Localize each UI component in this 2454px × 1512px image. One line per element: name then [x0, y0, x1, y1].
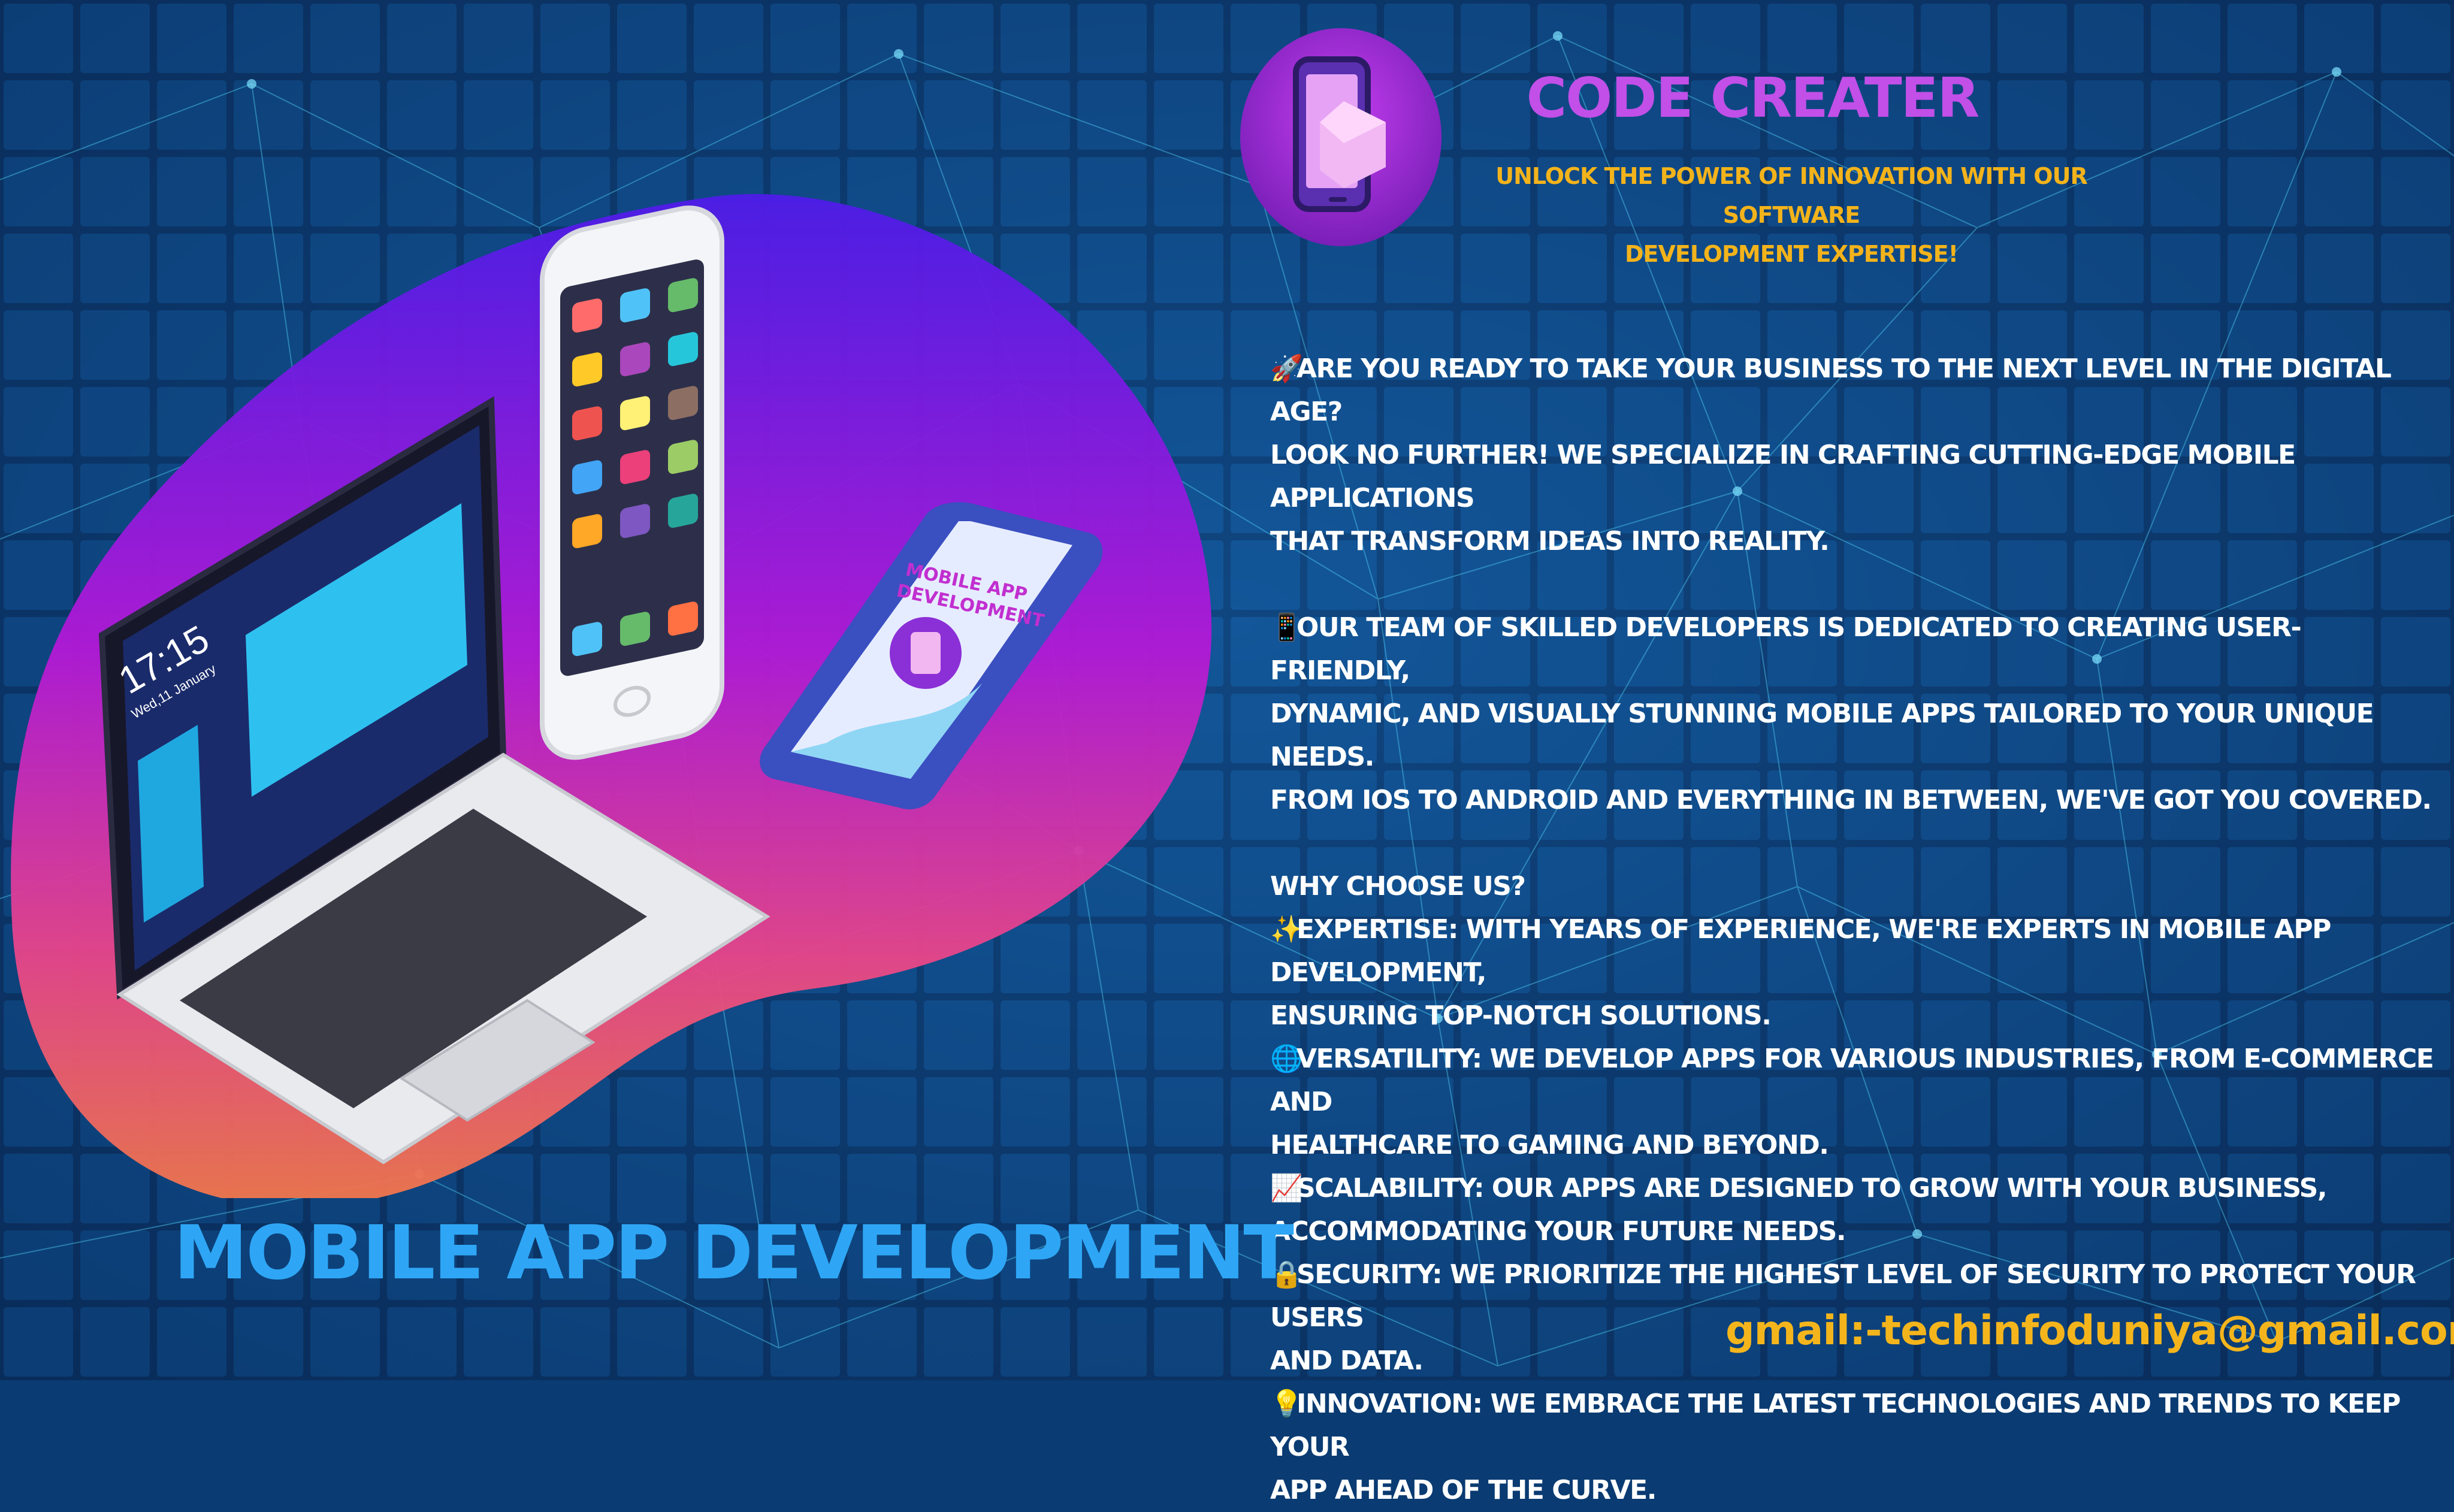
code-creater-logo	[1240, 28, 1441, 246]
why-item-line2: HEALTHCARE TO GAMING AND BEYOND.	[1270, 1130, 1829, 1160]
footer-title: MOBILE APP DEVELOPMENT	[174, 1210, 1294, 1296]
intro-line1: ARE YOU READY TO TAKE YOUR BUSINESS TO T…	[1270, 353, 2392, 427]
why-item-line2: ACCOMMODATING YOUR FUTURE NEEDS.	[1270, 1216, 1846, 1247]
mobile-dev-illustration: 17:15 Wed,11 January MOBILE APP DEVELOPM…	[11, 193, 1211, 1198]
team-line3: FROM IOS TO ANDROID AND EVERYTHING IN BE…	[1270, 785, 2432, 815]
team-line1: OUR TEAM OF SKILLED DEVELOPERS IS DEDICA…	[1270, 612, 2302, 686]
why-item-line2: ENSURING TOP-NOTCH SOLUTIONS.	[1270, 1000, 1772, 1031]
intro-line2: LOOK NO FURTHER! WE SPECIALIZE IN CRAFTI…	[1270, 440, 2296, 513]
why-item-line2: APP AHEAD OF THE CURVE.	[1270, 1475, 1657, 1505]
why-item-expertise: ✨EXPERTISE: WITH YEARS OF EXPERIENCE, WE…	[1270, 908, 2438, 994]
why-item-line1: EXPERTISE: WITH YEARS OF EXPERIENCE, WE'…	[1270, 914, 2331, 988]
team-line2: DYNAMIC, AND VISUALLY STUNNING MOBILE AP…	[1270, 698, 2374, 772]
chart-increasing-icon: 📈	[1270, 1173, 1303, 1203]
light-bulb-icon: 💡	[1270, 1389, 1303, 1419]
contact-email[interactable]: gmail:-techinfoduniya@gmail.com	[1725, 1307, 2454, 1354]
sparkles-icon: ✨	[1270, 914, 1303, 945]
why-item-versatility: 🌐VERSATILITY: WE DEVELOP APPS FOR VARIOU…	[1270, 1038, 2438, 1124]
why-item-scalability: 📈SCALABILITY: OUR APPS ARE DESIGNED TO G…	[1270, 1167, 2438, 1210]
why-item-line1: VERSATILITY: WE DEVELOP APPS FOR VARIOUS…	[1270, 1044, 2434, 1117]
tagline-line2: DEVELOPMENT EXPERTISE!	[1625, 241, 1959, 267]
team-paragraph: 📱OUR TEAM OF SKILLED DEVELOPERS IS DEDIC…	[1270, 606, 2438, 693]
tagline-line1: UNLOCK THE POWER OF INNOVATION WITH OUR …	[1495, 163, 2087, 228]
why-item-line1: INNOVATION: WE EMBRACE THE LATEST TECHNO…	[1270, 1389, 2401, 1462]
phone-tall-icon	[540, 205, 724, 760]
rocket-icon: 🚀	[1270, 353, 1303, 384]
why-heading: WHY CHOOSE US?	[1270, 871, 1526, 902]
why-item-line1: SCALABILITY: OUR APPS ARE DESIGNED TO GR…	[1296, 1173, 2328, 1203]
brand-name: CODE CREATER	[1526, 66, 1980, 130]
mobile-phone-icon: 📱	[1270, 612, 1303, 643]
brand-tagline: UNLOCK THE POWER OF INNOVATION WITH OUR …	[1438, 157, 2145, 274]
intro-line3: THAT TRANSFORM IDEAS INTO REALITY.	[1270, 526, 1830, 557]
intro-paragraph: 🚀ARE YOU READY TO TAKE YOUR BUSINESS TO …	[1270, 347, 2438, 434]
globe-icon: 🌐	[1270, 1044, 1303, 1074]
why-item-innovation: 💡INNOVATION: WE EMBRACE THE LATEST TECHN…	[1270, 1383, 2438, 1469]
